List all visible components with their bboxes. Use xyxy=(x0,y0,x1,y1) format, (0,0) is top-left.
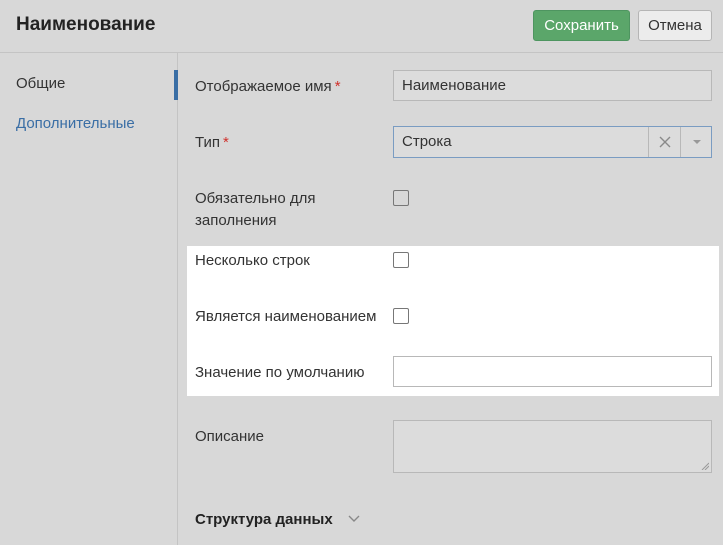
save-button[interactable]: Сохранить xyxy=(533,10,630,41)
display-name-label: Отображаемое имя * xyxy=(195,76,341,98)
type-select-value: Строка xyxy=(402,133,452,150)
multiline-label: Несколько строк xyxy=(195,252,310,269)
type-label-text: Тип xyxy=(195,134,221,151)
required-fill-label-line2: заполнения xyxy=(195,212,277,229)
display-name-label-text: Отображаемое имя xyxy=(195,78,332,95)
active-tab-indicator xyxy=(174,70,178,100)
chevron-down-icon[interactable] xyxy=(680,127,712,157)
required-fill-checkbox[interactable] xyxy=(393,190,409,206)
form-editor-window: Наименование Сохранить Отмена Общие Допо… xyxy=(0,0,723,545)
is-name-checkbox[interactable] xyxy=(393,308,409,324)
sidebar: Общие Дополнительные xyxy=(0,53,178,545)
cancel-button[interactable]: Отмена xyxy=(638,10,712,41)
chevron-down-icon[interactable] xyxy=(347,512,361,526)
required-marker: * xyxy=(334,78,341,95)
is-name-label: Является наименованием xyxy=(195,308,377,325)
description-textarea[interactable] xyxy=(393,420,712,473)
type-label: Тип * xyxy=(195,132,229,154)
default-value-field[interactable] xyxy=(393,356,712,387)
resize-grip-icon[interactable] xyxy=(701,462,709,470)
description-label: Описание xyxy=(195,428,265,445)
required-marker: * xyxy=(223,134,229,151)
display-name-field[interactable] xyxy=(393,70,712,101)
sidebar-item-general[interactable]: Общие xyxy=(16,75,65,92)
multiline-checkbox[interactable] xyxy=(393,252,409,268)
type-select[interactable]: Строка xyxy=(393,126,712,158)
page-title: Наименование xyxy=(16,14,156,35)
default-value-label: Значение по умолчанию xyxy=(195,364,365,381)
clear-icon[interactable] xyxy=(648,127,681,157)
required-fill-label-line1: Обязательно для xyxy=(195,190,316,207)
header-bar: Наименование Сохранить Отмена xyxy=(0,0,723,53)
data-structure-section-title[interactable]: Структура данных xyxy=(195,511,333,528)
required-fill-label: Обязательно для заполнения xyxy=(195,188,315,232)
sidebar-item-additional[interactable]: Дополнительные xyxy=(16,115,135,132)
